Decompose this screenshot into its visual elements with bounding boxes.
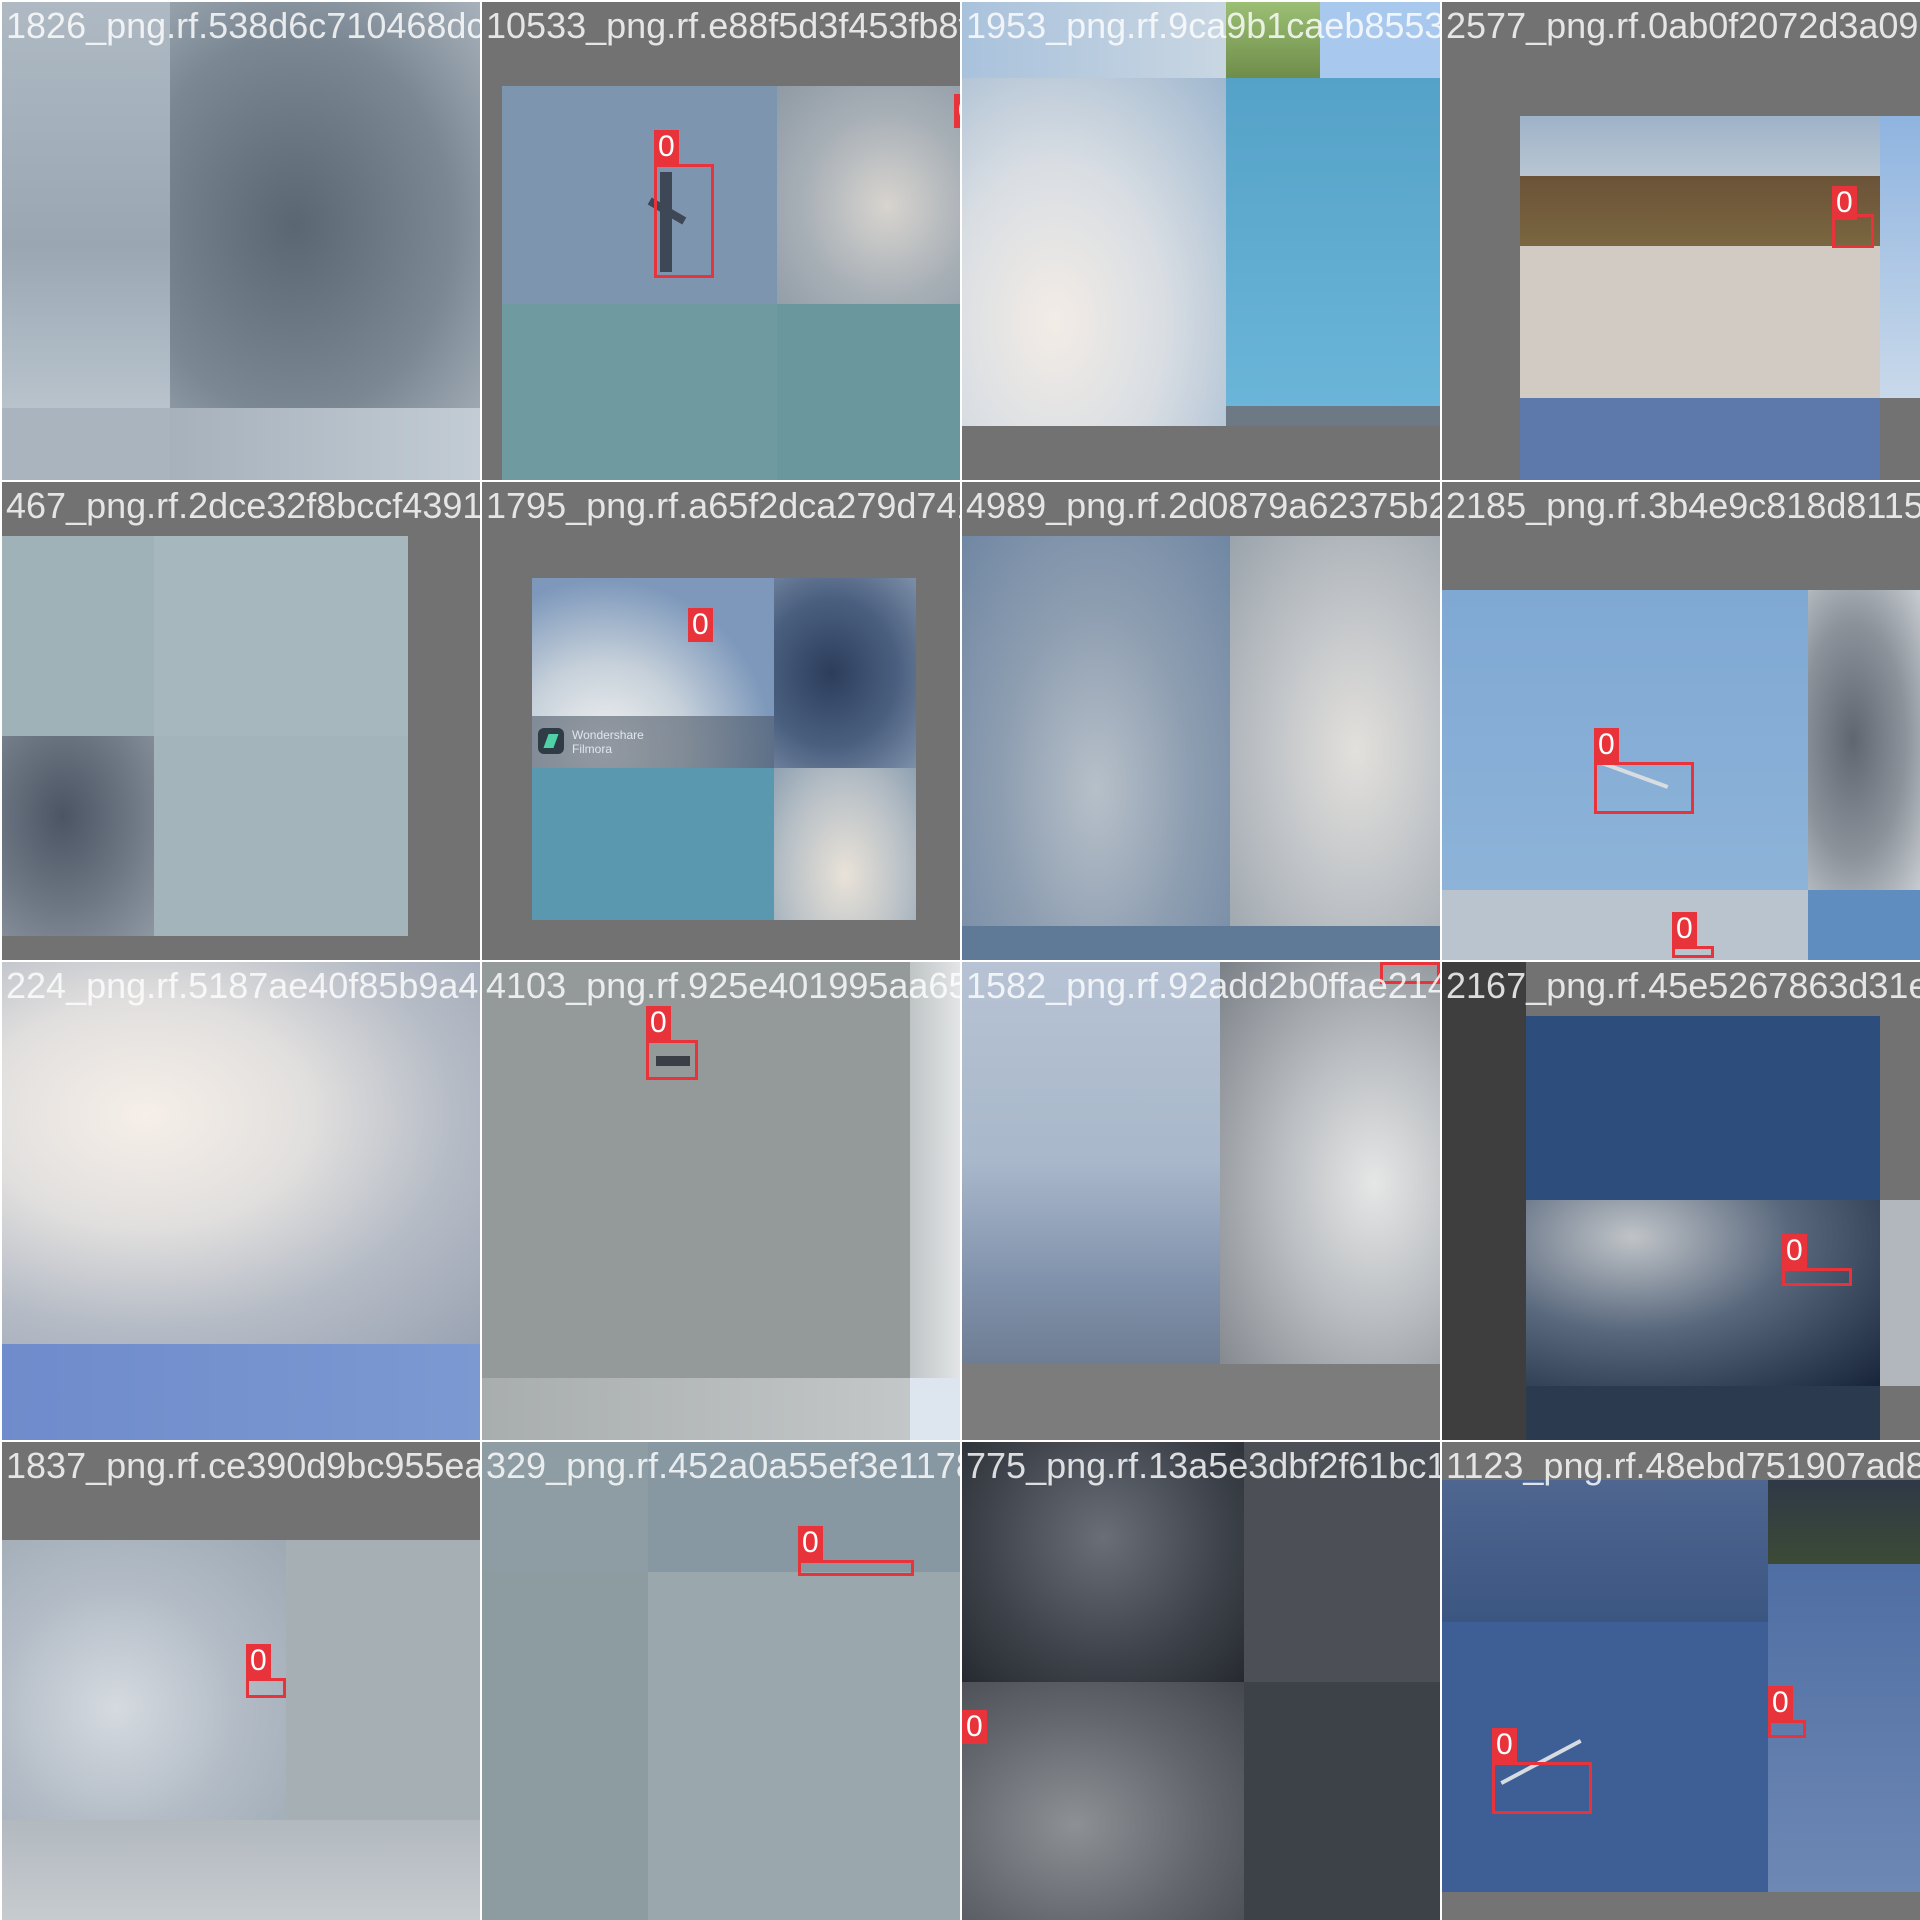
mosaic-tile: 0 0 2185_png.rf.3b4e9c818d81155 — [1442, 482, 1920, 960]
detection-label: 0 — [798, 1526, 823, 1560]
detection-box — [1380, 962, 1440, 984]
mosaic-tile: 224_png.rf.5187ae40f85b9a4b1 — [2, 962, 480, 1440]
detection-box — [1782, 1268, 1852, 1286]
tile-filename: 1795_png.rf.a65f2dca279d7412959 — [486, 485, 960, 526]
detection-label: 0 — [954, 94, 960, 128]
mosaic-tile: 0 2577_png.rf.0ab0f2072d3a09181e — [1442, 2, 1920, 480]
detection-box — [1594, 762, 1694, 814]
detection-label: 0 — [688, 608, 713, 642]
detection-box — [646, 1040, 698, 1080]
filmora-logo-icon — [538, 728, 564, 754]
detection-label: 0 — [1594, 728, 1619, 762]
mosaic-tile: 0 775_png.rf.13a5e3dbf2f61bc182 — [962, 1442, 1440, 1920]
mosaic-tile: 0 4103_png.rf.925e401995aa65dc82 — [482, 962, 960, 1440]
watermark: Wondershare Filmora — [532, 716, 774, 768]
tile-filename: 4989_png.rf.2d0879a62375b21b5 — [966, 485, 1440, 526]
mosaic-tile: 0 0 1123_png.rf.48ebd751907ad8e9 — [1442, 1442, 1920, 1920]
detection-box — [654, 164, 714, 278]
mosaic-tile: 1953_png.rf.9ca9b1caeb8553fea — [962, 2, 1440, 480]
detection-box — [246, 1678, 286, 1698]
mosaic-tile: 0 2167_png.rf.45e5267863d31e92 — [1442, 962, 1920, 1440]
mosaic-tile: 0 1837_png.rf.ce390d9bc955ea392 — [2, 1442, 480, 1920]
mosaic-tile: 0 1582_png.rf.92add2b0ffae2142 — [962, 962, 1440, 1440]
mosaic-grid: 1826_png.rf.538d6c710468dcd53a2d6c78575 … — [0, 0, 1920, 1920]
detection-label: 0 — [1672, 912, 1697, 946]
detection-box — [1768, 1720, 1806, 1738]
detection-label: 0 — [962, 1710, 987, 1744]
detection-box — [1672, 946, 1714, 958]
mosaic-tile: 467_png.rf.2dce32f8bccf4391a95 — [2, 482, 480, 960]
tile-filename: 2185_png.rf.3b4e9c818d81155 — [1446, 485, 1920, 526]
detection-box — [1492, 1762, 1592, 1814]
detection-label: 0 — [654, 130, 679, 164]
detection-label: 0 — [1492, 1728, 1517, 1762]
detection-label: 0 — [646, 1006, 671, 1040]
tile-filename: 1837_png.rf.ce390d9bc955ea392 — [6, 1445, 480, 1486]
watermark-line2: Filmora — [572, 742, 613, 756]
tile-filename: 2577_png.rf.0ab0f2072d3a09181e — [1446, 5, 1920, 46]
detection-label: 0 — [1782, 1234, 1807, 1268]
watermark-line1: Wondershare — [572, 728, 644, 742]
detection-label: 0 — [1768, 1686, 1793, 1720]
mosaic-tile: 0 329_png.rf.452a0a55ef3e11789 — [482, 1442, 960, 1920]
detection-box — [798, 1560, 914, 1576]
mosaic-tile: 0 0 10533_png.rf.e88f5d3f453fb8f7892 — [482, 2, 960, 480]
mosaic-tile: 1826_png.rf.538d6c710468dcd53a2d6c78575 — [2, 2, 480, 480]
mosaic-tile: Wondershare Filmora 0 1795_png.rf.a65f2d… — [482, 482, 960, 960]
mosaic-tile: 4989_png.rf.2d0879a62375b21b5 — [962, 482, 1440, 960]
tile-filename: 10533_png.rf.e88f5d3f453fb8f7892 — [486, 5, 960, 46]
detection-label: 0 — [246, 1644, 271, 1678]
detection-label: 0 — [1832, 186, 1857, 220]
tile-filename: 467_png.rf.2dce32f8bccf4391a95 — [6, 485, 480, 526]
